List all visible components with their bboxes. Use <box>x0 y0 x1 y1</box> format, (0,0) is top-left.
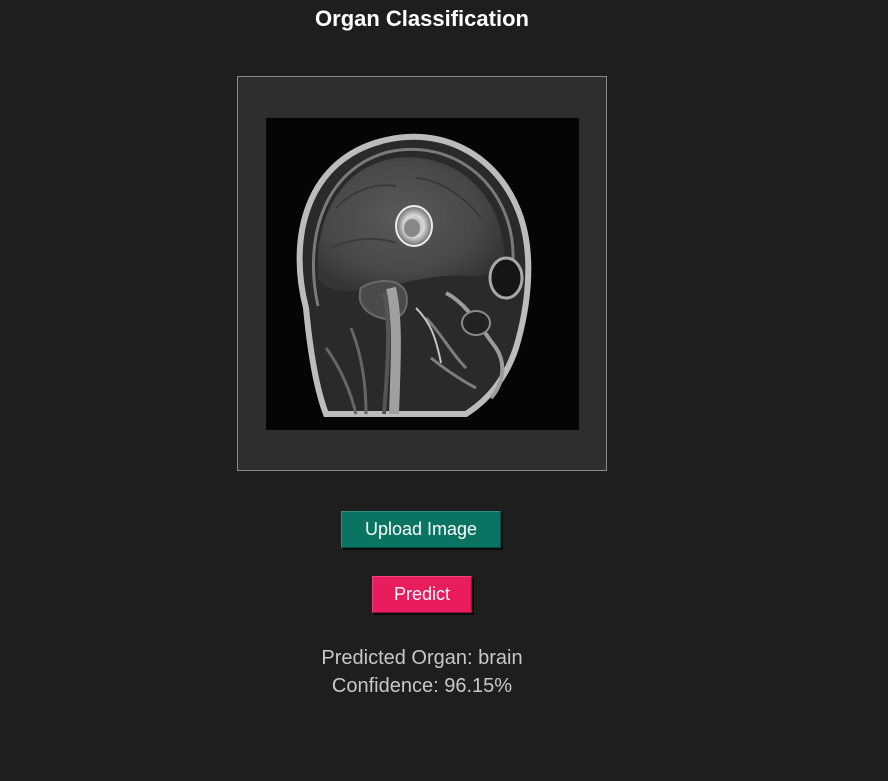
image-preview-frame <box>237 76 607 471</box>
upload-image-button[interactable]: Upload Image <box>341 511 501 548</box>
predict-button[interactable]: Predict <box>372 576 472 613</box>
predicted-organ-text: Predicted Organ: brain <box>321 647 523 669</box>
confidence-text: Confidence: 96.15% <box>331 675 513 697</box>
page-title: Organ Classification <box>315 6 529 31</box>
mri-scan-image <box>266 118 579 430</box>
